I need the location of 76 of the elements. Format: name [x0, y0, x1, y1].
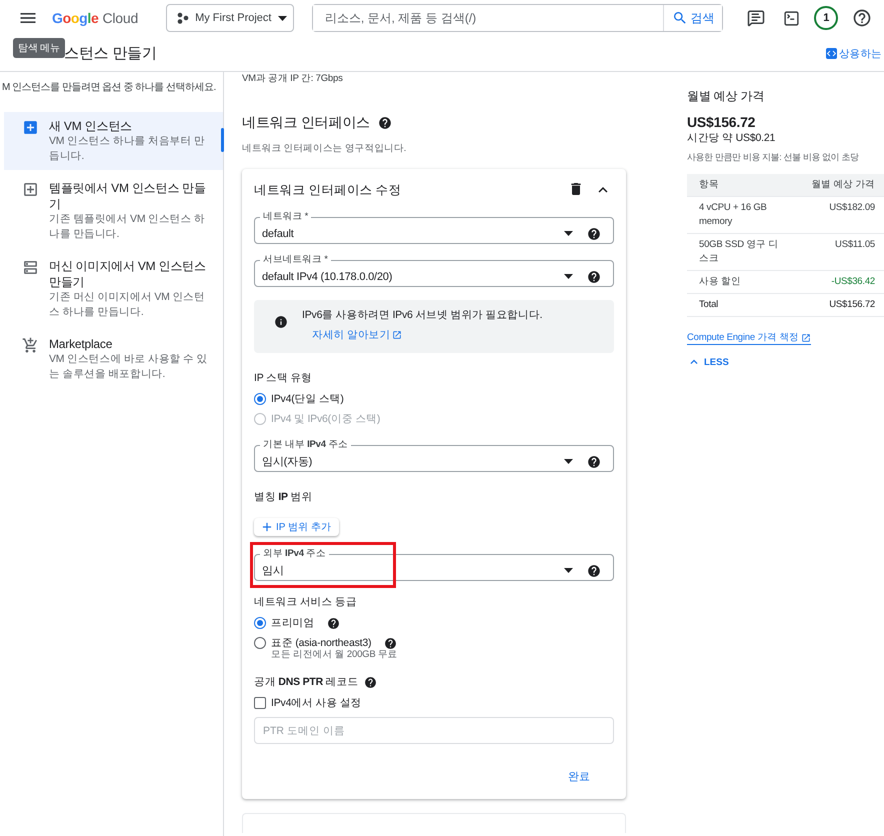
radio-label: 표준 (asia-northeast3): [271, 636, 372, 650]
dropdown-icon: [564, 568, 573, 573]
dropdown-icon: [564, 231, 573, 236]
search-button[interactable]: 검색: [663, 5, 722, 31]
field-label: 별칭 IP 범위: [254, 490, 314, 504]
add-box-icon: [22, 119, 39, 136]
bandwidth-text: VM과 공개 IP 간: 7Gbps: [242, 72, 344, 86]
less-button[interactable]: LESS: [687, 355, 729, 369]
info-icon: [274, 315, 288, 329]
table-cell-text: -US$36.42: [830, 275, 875, 289]
help-icon[interactable]: [587, 270, 601, 284]
help-icon[interactable]: [327, 616, 340, 630]
pricing-note: 사용한 만큼만 비용 지불: 선불 비용 없이 초당: [687, 151, 860, 164]
server-icon: [22, 259, 39, 276]
logo[interactable]: Google Cloud: [52, 10, 138, 26]
radio-label: IPv4 및 IPv6(이중 스택): [271, 412, 380, 426]
top-link[interactable]: 상용하는: [826, 46, 882, 60]
tooltip: 탐색 메뉴: [13, 38, 65, 58]
option-note: 모든 리전에서 월 200GB 무료: [271, 648, 399, 661]
price-total: US$156.72: [687, 114, 756, 130]
sidebar-intro: M 인스턴스를 만들려면 옵션 중 하나를 선택하세요.: [1, 81, 217, 95]
section-note: 네트워크 인터페이스는 영구적입니다.: [242, 142, 408, 155]
page-title: 스턴스 만들기: [64, 44, 157, 63]
info-text: IPv6를 사용하려면 IPv6 서브넷 범위가 필요합니다.: [302, 308, 542, 322]
table-cell-text: US$156.72: [828, 298, 875, 312]
help-icon[interactable]: [364, 676, 378, 688]
sidebar-item[interactable]: 머신 이미지에서 VM 인스턴스 만들기 기존 머신 이미지에서 VM 인스턴스 하나를 만듭니다.: [4, 252, 223, 326]
radio-label: 프리미엄: [271, 616, 314, 630]
external-link-icon: [801, 332, 812, 342]
table-cell-text: 사용 할인: [698, 275, 742, 289]
sidebar-item[interactable]: 새 VM 인스턴스 VM 인스턴스 하나를 처음부터 만듭니다.: [4, 112, 223, 170]
table-cell-text: US$182.09: [828, 201, 875, 215]
help-icon[interactable]: [384, 636, 398, 650]
table-cell-text: 4 vCPU + 16 GB memory: [698, 201, 768, 229]
code-icon: [826, 48, 837, 59]
pricing-link[interactable]: Compute Engine 가격 책정: [687, 331, 812, 345]
radio-label: IPv4(단일 스택): [271, 392, 344, 406]
learn-more-link[interactable]: 자세히 알아보기: [312, 328, 402, 342]
field-label: 네트워크 서비스 등급: [254, 595, 358, 609]
table-cell-text: US$11.05: [834, 238, 875, 252]
help-icon[interactable]: [587, 454, 601, 468]
help-icon[interactable]: [587, 226, 601, 240]
dropdown-icon: [564, 274, 573, 279]
avatar[interactable]: 1: [814, 6, 838, 30]
project-icon: [177, 12, 190, 24]
project-picker[interactable]: My First Project: [166, 4, 294, 32]
checkbox[interactable]: [254, 697, 266, 709]
input-field[interactable]: PTR 도메인 이름: [254, 717, 614, 744]
hourly-price: 시간당 약 US$0.21: [687, 131, 776, 145]
section-heading: 네트워크 인터페이스: [242, 114, 370, 132]
add-box-icon: [22, 181, 39, 198]
help-icon[interactable]: [587, 564, 601, 578]
done-button[interactable]: 완료: [562, 768, 596, 785]
sidebar-item[interactable]: 템플릿에서 VM 인스턴스 만들기 기존 템플릿에서 VM 인스턴스 하나를 만듭니다.: [4, 174, 223, 248]
search-field[interactable]: 리소스, 문서, 제품 등 검색(/) 검색: [312, 4, 724, 32]
pricing-heading: 월별 예상 가격: [687, 88, 766, 105]
sidebar-item[interactable]: Marketplace VM 인스턴스에 바로 사용할 수 있는 솔루션을 배포합니다.: [4, 330, 223, 388]
plus-icon: [260, 520, 274, 534]
table-cell-text: 50GB SSD 영구 디스크: [698, 238, 780, 266]
table-cell-text: Total: [698, 298, 720, 312]
field-label: IP 스택 유형: [254, 371, 313, 385]
radio-button[interactable]: [254, 393, 266, 405]
dropdown-icon: [278, 16, 287, 20]
search-icon: [672, 10, 688, 26]
radio-button[interactable]: [254, 637, 266, 649]
checkbox-label: IPv4에서 사용 설정: [271, 696, 362, 710]
column-header: 항목: [698, 178, 720, 192]
radio-button[interactable]: [254, 617, 266, 629]
dropdown-icon: [564, 459, 573, 464]
external-link-icon: [392, 330, 402, 340]
field-label: 공개 DNS PTR 레코드: [254, 675, 358, 689]
add-range-button[interactable]: IP 범위 추가: [254, 518, 339, 536]
cart-icon: [22, 337, 39, 354]
help-icon[interactable]: [378, 116, 392, 130]
card-title: 네트워크 인터페이스 수정: [254, 182, 402, 198]
column-header: 월별 예상 가격: [810, 178, 875, 192]
